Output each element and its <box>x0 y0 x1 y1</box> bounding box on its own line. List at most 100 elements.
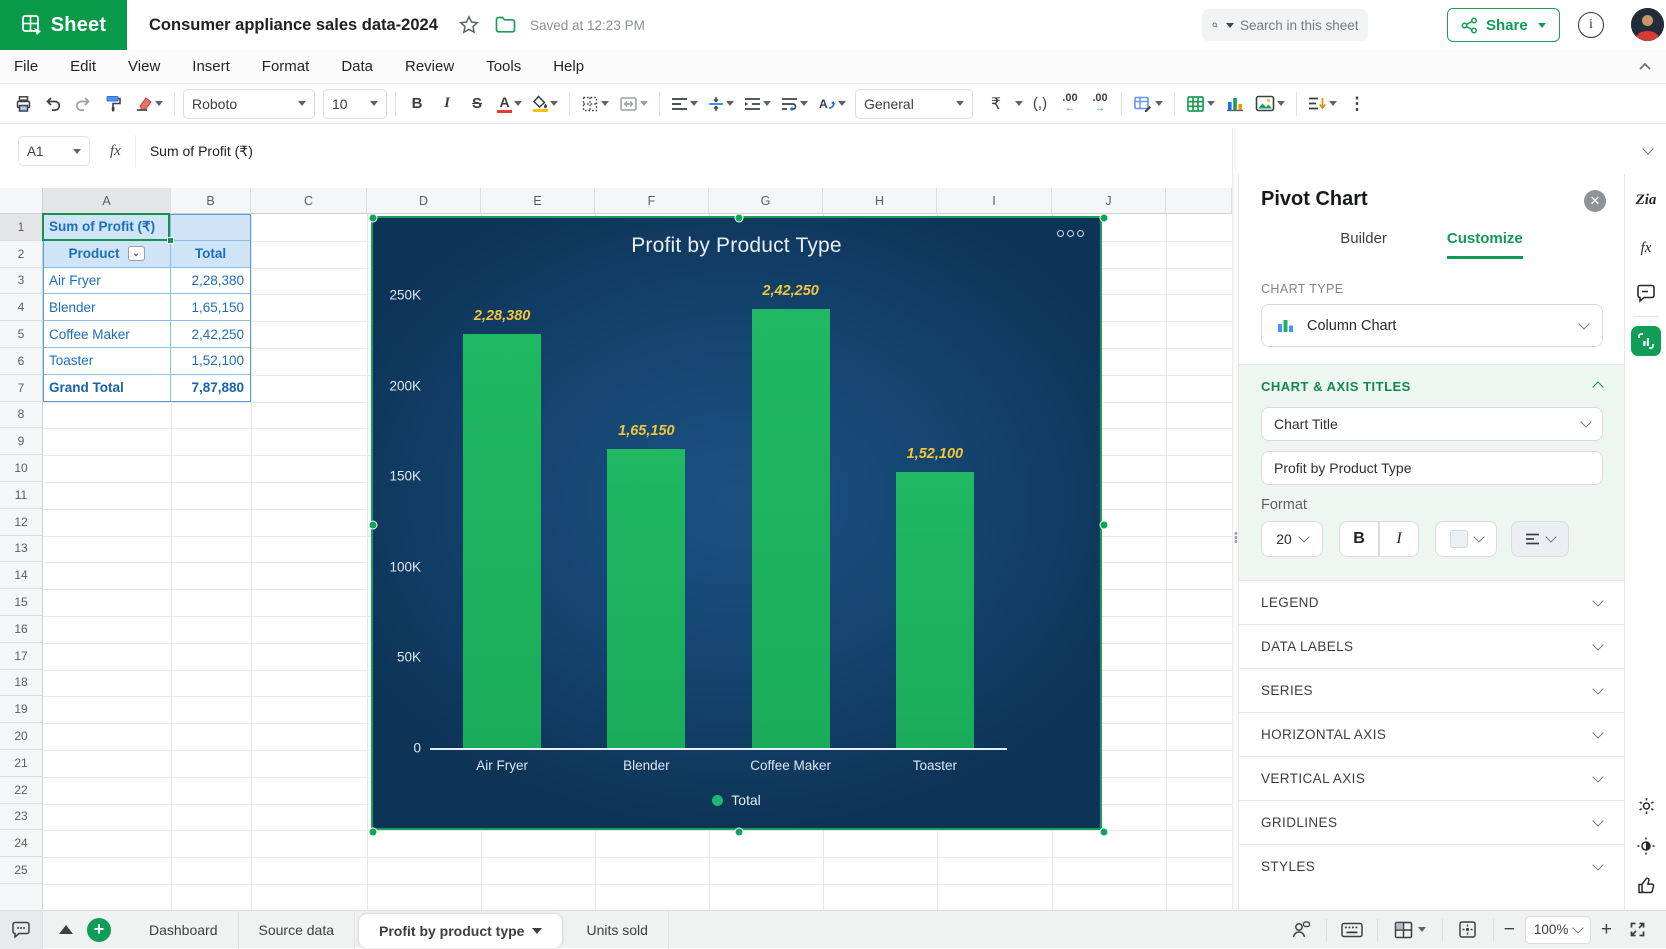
menu-review[interactable]: Review <box>405 58 454 75</box>
more-tools-button[interactable]: ⋮ <box>1344 90 1370 118</box>
cell-b2-total-header[interactable]: Total <box>171 241 251 268</box>
decrease-decimal-button[interactable]: .00← <box>1057 90 1083 118</box>
number-format-select[interactable]: General <box>855 89 973 119</box>
menu-tools[interactable]: Tools <box>486 58 521 75</box>
menu-file[interactable]: File <box>14 58 38 75</box>
title-font-size-select[interactable]: 20 <box>1261 521 1323 557</box>
text-rotate-caret[interactable] <box>838 101 846 106</box>
zoom-in-button[interactable]: + <box>1601 920 1612 939</box>
cell-product-4[interactable]: Toaster <box>43 348 171 375</box>
fill-handle[interactable] <box>167 237 174 244</box>
vertical-align-caret[interactable] <box>726 101 734 106</box>
functions-icon[interactable]: fx <box>1625 240 1666 257</box>
filter-dropdown-icon[interactable]: ⌄ <box>128 246 145 261</box>
text-color-caret[interactable] <box>514 101 522 106</box>
sheet-tab-profit-by-product-type[interactable]: Profit by product type <box>359 914 562 948</box>
column-header-B[interactable]: B <box>171 188 251 214</box>
cell-a1[interactable]: Sum of Profit (₹) <box>43 214 171 241</box>
comments-icon[interactable] <box>1625 284 1666 303</box>
indent-caret[interactable] <box>763 101 771 106</box>
panel-close-icon[interactable]: ✕ <box>1584 190 1606 212</box>
italic-button[interactable]: I <box>434 90 460 118</box>
fill-color-button[interactable] <box>529 90 561 118</box>
row-header-4[interactable]: 4 <box>0 294 43 321</box>
section-styles[interactable]: STYLES <box>1239 844 1624 888</box>
insert-image-caret[interactable] <box>1277 101 1285 106</box>
column-header-I[interactable]: I <box>937 188 1052 214</box>
row-header-25[interactable]: 25 <box>0 857 43 884</box>
panel-tab-builder[interactable]: Builder <box>1340 230 1387 259</box>
freeze-panes-button[interactable] <box>1388 916 1432 944</box>
cell-value-3[interactable]: 2,42,250 <box>171 321 251 348</box>
zia-icon[interactable]: Zia <box>1625 192 1666 209</box>
selection-handle[interactable] <box>734 828 743 837</box>
sheet-tab-units-sold[interactable]: Units sold <box>566 911 668 949</box>
column-header-J[interactable]: J <box>1052 188 1166 214</box>
row-header-6[interactable]: 6 <box>0 348 43 375</box>
sheet-search[interactable] <box>1202 9 1368 41</box>
settings-icon[interactable] <box>1625 796 1666 816</box>
clear-format-caret[interactable] <box>155 101 163 106</box>
cell-a2-product-header[interactable]: Product⌄ <box>43 241 171 268</box>
row-header-22[interactable]: 22 <box>0 777 43 804</box>
grid-corner[interactable] <box>0 188 43 214</box>
row-header-9[interactable]: 9 <box>0 428 43 455</box>
row-header-16[interactable]: 16 <box>0 616 43 643</box>
user-avatar[interactable] <box>1631 8 1664 41</box>
collaborators-icon[interactable] <box>1286 916 1316 944</box>
cell-value-1[interactable]: 2,28,380 <box>171 268 251 295</box>
app-logo[interactable]: Sheet <box>0 0 127 50</box>
title-align-select[interactable] <box>1511 521 1569 557</box>
folder-icon[interactable] <box>495 15 516 34</box>
sheet-list-button[interactable] <box>59 925 73 934</box>
insert-image-button[interactable] <box>1252 90 1288 118</box>
zoom-out-button[interactable]: − <box>1504 920 1515 939</box>
share-button[interactable]: Share <box>1447 8 1560 42</box>
text-rotate-button[interactable]: A <box>815 90 849 118</box>
increase-decimal-button[interactable]: .00→ <box>1087 90 1113 118</box>
chart-type-select[interactable]: Column Chart <box>1261 304 1603 347</box>
bold-button[interactable]: B <box>404 90 430 118</box>
column-header-A[interactable]: A <box>43 188 171 214</box>
formula-input[interactable]: Sum of Profit (₹) <box>135 135 1644 167</box>
cell-grand-total-label[interactable]: Grand Total <box>43 375 171 402</box>
selection-handle[interactable] <box>369 214 378 223</box>
column-header-H[interactable]: H <box>823 188 937 214</box>
section-series[interactable]: SERIES <box>1239 668 1624 712</box>
row-header-17[interactable]: 17 <box>0 643 43 670</box>
merge-cells-button[interactable] <box>616 90 651 118</box>
row-header-12[interactable]: 12 <box>0 509 43 536</box>
bar-blender[interactable] <box>607 449 685 748</box>
bar-coffee-maker[interactable] <box>752 309 830 748</box>
menu-edit[interactable]: Edit <box>70 58 96 75</box>
chart-axis-titles-section[interactable]: CHART & AXIS TITLES Chart Title Format 2… <box>1239 364 1624 580</box>
font-family-select[interactable]: Roboto <box>183 89 315 119</box>
redo-button[interactable] <box>70 90 96 118</box>
jump-to-range-button[interactable] <box>1453 916 1483 944</box>
comma-format-button[interactable]: (,) <box>1027 90 1053 118</box>
insert-table-caret[interactable] <box>1207 101 1215 106</box>
sheet-tab-dashboard[interactable]: Dashboard <box>129 911 239 949</box>
cell-value-2[interactable]: 1,65,150 <box>171 294 251 321</box>
section-data-labels[interactable]: DATA LABELS <box>1239 624 1624 668</box>
print-button[interactable] <box>10 90 36 118</box>
row-header-20[interactable]: 20 <box>0 723 43 750</box>
text-wrap-caret[interactable] <box>800 101 808 106</box>
cell-product-1[interactable]: Air Fryer <box>43 268 171 295</box>
title-italic-button[interactable]: I <box>1379 521 1419 557</box>
row-header-13[interactable]: 13 <box>0 536 43 563</box>
row-header-10[interactable]: 10 <box>0 455 43 482</box>
document-title[interactable]: Consumer appliance sales data-2024 <box>149 0 438 50</box>
chart-title-input[interactable] <box>1261 451 1603 485</box>
chart-options-menu[interactable] <box>1057 230 1084 237</box>
column-header-C[interactable]: C <box>251 188 367 214</box>
chart-axis-titles-header[interactable]: CHART & AXIS TITLES <box>1261 379 1411 394</box>
section-horizontal-axis[interactable]: HORIZONTAL AXIS <box>1239 712 1624 756</box>
column-header-partial[interactable] <box>1166 188 1232 214</box>
insert-table-button[interactable] <box>1183 90 1218 118</box>
conditional-format-button[interactable] <box>1130 90 1166 118</box>
panel-tab-customize[interactable]: Customize <box>1447 230 1523 259</box>
chart-legend[interactable]: Total <box>373 792 1100 808</box>
collapse-toolbar-icon[interactable] <box>1636 58 1654 76</box>
cell-b1[interactable] <box>171 214 251 241</box>
